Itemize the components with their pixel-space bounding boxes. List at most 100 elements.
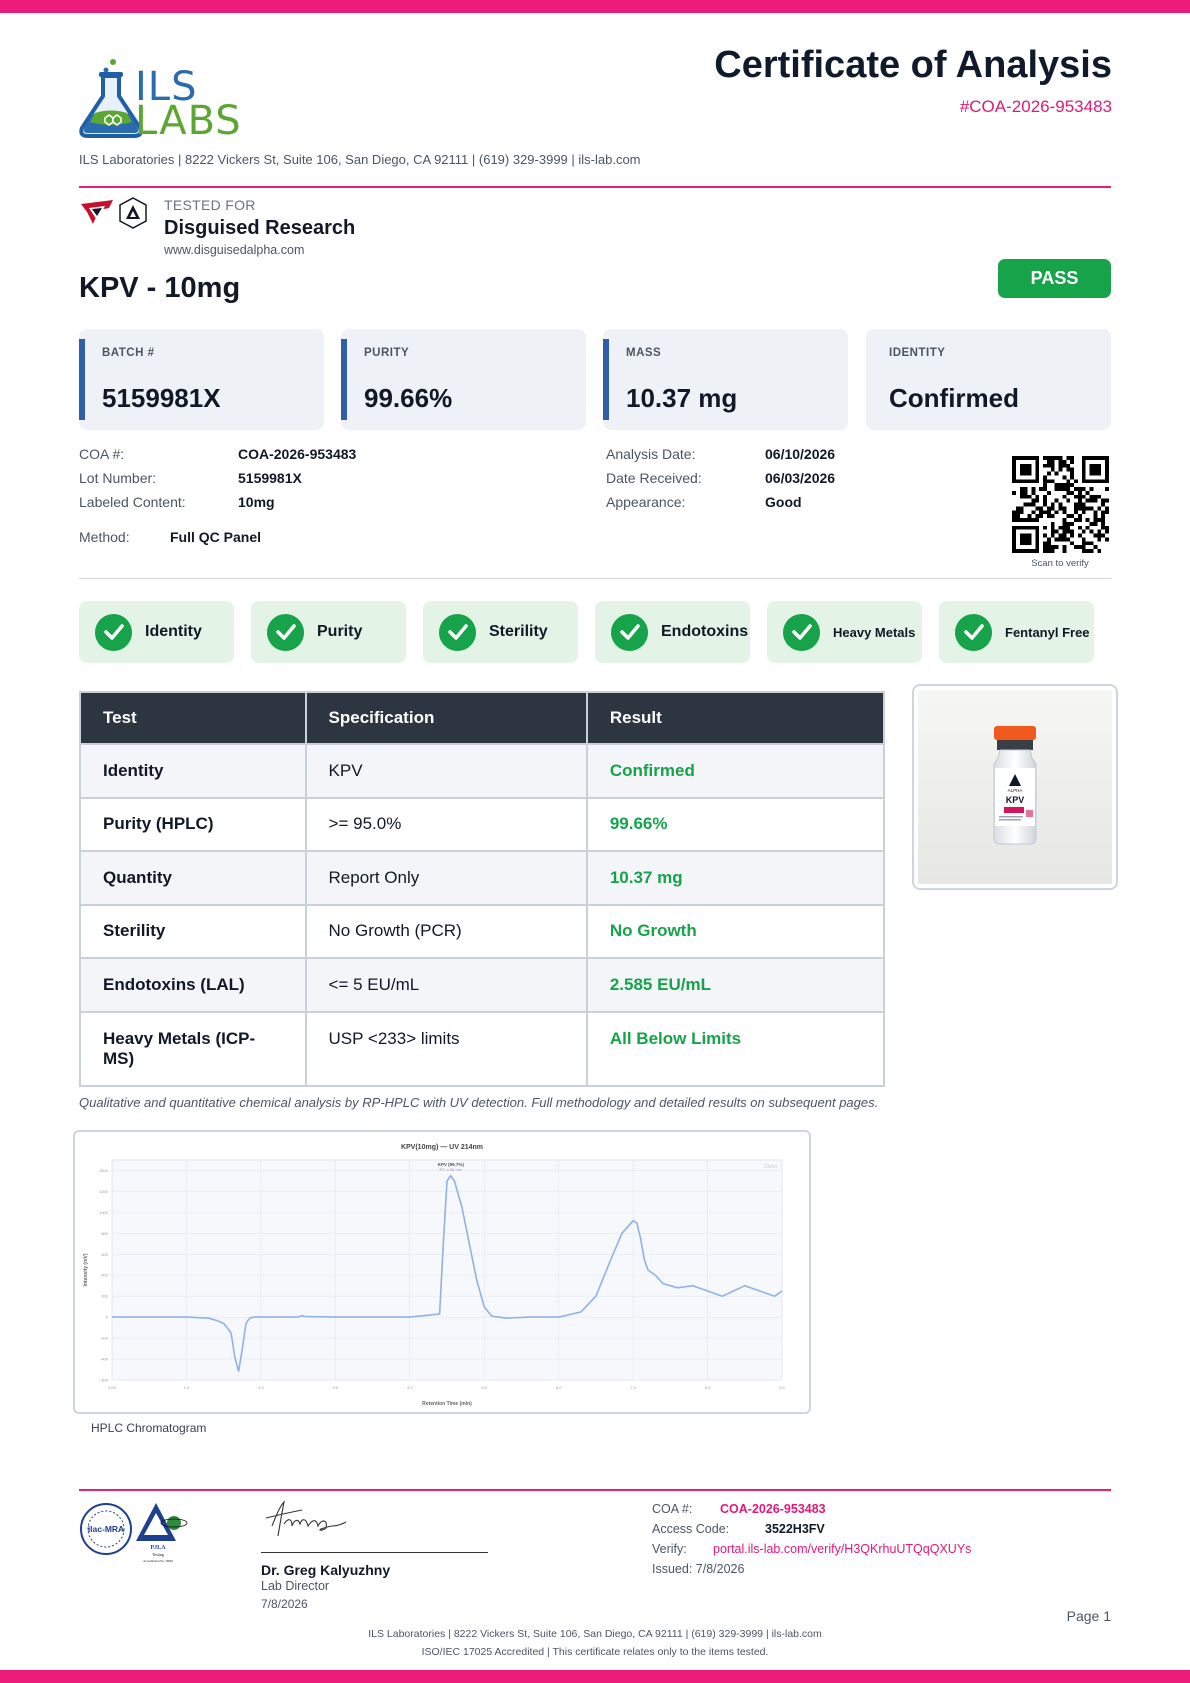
top-accent-bar <box>0 0 1190 13</box>
qr-module <box>1043 483 1047 488</box>
qr-module <box>1043 502 1047 507</box>
y-tick-label: 1000 <box>99 1210 109 1215</box>
qr-module <box>1066 490 1071 495</box>
qr-module <box>1050 459 1055 464</box>
qr-module <box>1050 506 1055 511</box>
qr-module <box>1089 487 1094 491</box>
qr-caption: Scan to verify <box>1031 558 1089 569</box>
x-tick-label: 3.0 <box>333 1385 339 1390</box>
qr-module <box>1058 537 1063 542</box>
detail-value-content: 10mg <box>238 494 275 510</box>
table-row: Quantity Report Only 10.37 mg <box>79 850 886 906</box>
x-tick-label: 5.0 <box>481 1385 487 1390</box>
qr-module <box>1085 506 1090 511</box>
qr-module <box>1101 498 1106 503</box>
qr-module <box>1043 541 1047 546</box>
qr-module <box>1039 510 1044 515</box>
x-tick-label: 1.0 <box>184 1385 190 1390</box>
detail-label-content: Labeled Content: <box>79 494 186 510</box>
qr-module <box>1043 533 1047 538</box>
detail-value-analysis-date: 06/10/2026 <box>765 446 836 462</box>
qr-module <box>1050 521 1055 526</box>
card-label: PURITY <box>364 347 410 359</box>
qr-module <box>1035 514 1040 519</box>
qr-module <box>1062 483 1067 488</box>
alpha-badge <box>118 197 148 229</box>
qr-module <box>1105 510 1109 515</box>
lab-logo: ILS LABS <box>79 58 254 141</box>
qr-module <box>1039 514 1044 519</box>
row-test: Endotoxins (LAL) <box>79 957 307 1013</box>
x-tick-label: 8.0 <box>705 1385 711 1390</box>
qr-module <box>1046 545 1051 550</box>
qr-module <box>1097 518 1102 522</box>
verify-coa-value: COA-2026-953483 <box>720 1502 826 1516</box>
qr-module <box>1062 475 1067 480</box>
qr-module <box>1101 514 1106 519</box>
tested-for-label: TESTED FOR <box>164 197 256 213</box>
qr-module <box>1105 537 1109 542</box>
qr-module <box>1070 529 1075 534</box>
qr-module <box>1066 529 1071 534</box>
chart-title: KPV(10mg) — UV 214nm <box>401 1144 483 1151</box>
qr-module <box>1035 506 1040 511</box>
qr-module <box>1093 518 1098 522</box>
qr-module <box>1066 456 1071 460</box>
summary-card-mass: MASS 10.37 mg <box>603 329 848 430</box>
row-result: All Below Limits <box>585 1010 886 1087</box>
y-tick-label: 200 <box>101 1294 108 1299</box>
qr-module <box>1015 514 1020 519</box>
qr-module <box>1050 479 1055 484</box>
peak-sublabel: RT: 4.56 min <box>440 1167 462 1172</box>
qr-module <box>1066 487 1071 491</box>
qr-module <box>1062 518 1067 522</box>
qr-module <box>1062 537 1067 542</box>
ilac-mra-text: ilac-MRA <box>88 1524 124 1534</box>
verify-url-link[interactable]: portal.ils-lab.com/verify/H3QKrhuUTQqQXU… <box>713 1542 971 1556</box>
qr-module <box>1054 510 1059 515</box>
qr-module <box>1058 463 1063 468</box>
summary-card-identity: IDENTITY Confirmed <box>866 329 1111 430</box>
qr-module <box>1085 541 1090 546</box>
qr-module <box>1074 506 1078 511</box>
qr-module <box>1066 463 1071 468</box>
x-tick-label: 2.0 <box>258 1385 264 1390</box>
row-result: No Growth <box>585 903 886 959</box>
qr-module <box>1050 525 1055 530</box>
check-label: Fentanyl Free <box>1005 624 1090 640</box>
qr-module <box>1077 498 1082 503</box>
detail-value-appearance: Good <box>765 494 802 510</box>
pjla-emblem: PJLA Testing Accreditation No. 59662 <box>136 1503 188 1563</box>
row-result: 10.37 mg <box>585 850 886 906</box>
qr-module <box>1043 545 1047 550</box>
client-name: Disguised Research <box>164 217 356 239</box>
qr-module <box>1085 490 1090 495</box>
qr-module <box>1046 514 1051 519</box>
qr-module <box>1074 494 1078 499</box>
qr-module <box>1070 490 1075 495</box>
qr-module <box>1035 494 1040 499</box>
qr-module <box>1070 533 1075 538</box>
x-tick-labels: 0.00 1.0 2.0 3.0 4.0 5.0 6.0 7.0 8.0 9.0 <box>108 1385 785 1390</box>
lab-address: ILS Laboratories | 8222 Vickers St, Suit… <box>79 152 641 167</box>
qr-module <box>1089 506 1094 511</box>
qr-module <box>1081 545 1086 550</box>
signature-date: 7/8/2026 <box>261 1597 308 1611</box>
y-tick-label: -200 <box>100 1336 109 1341</box>
signatory-name: Dr. Greg Kalyuzhny <box>261 1562 391 1578</box>
detail-value-lot: 5159981X <box>238 470 302 486</box>
row-spec: USP <233> limits <box>304 1010 588 1087</box>
qr-module <box>1019 506 1024 511</box>
qr-module <box>1074 487 1078 491</box>
qr-module <box>1105 525 1109 530</box>
qr-code[interactable] <box>1012 456 1109 553</box>
qr-module <box>1054 471 1059 476</box>
qr-module <box>1039 506 1044 511</box>
check-chip-endotoxins: Endotoxins <box>595 601 750 663</box>
client-url[interactable]: www.disguisedalpha.com <box>164 243 304 257</box>
check-label: Endotoxins <box>661 623 749 640</box>
qr-module <box>1074 518 1078 522</box>
vial-image: ALPHA KPV <box>918 690 1112 884</box>
qr-module <box>1054 483 1059 488</box>
qr-module <box>1046 537 1051 542</box>
